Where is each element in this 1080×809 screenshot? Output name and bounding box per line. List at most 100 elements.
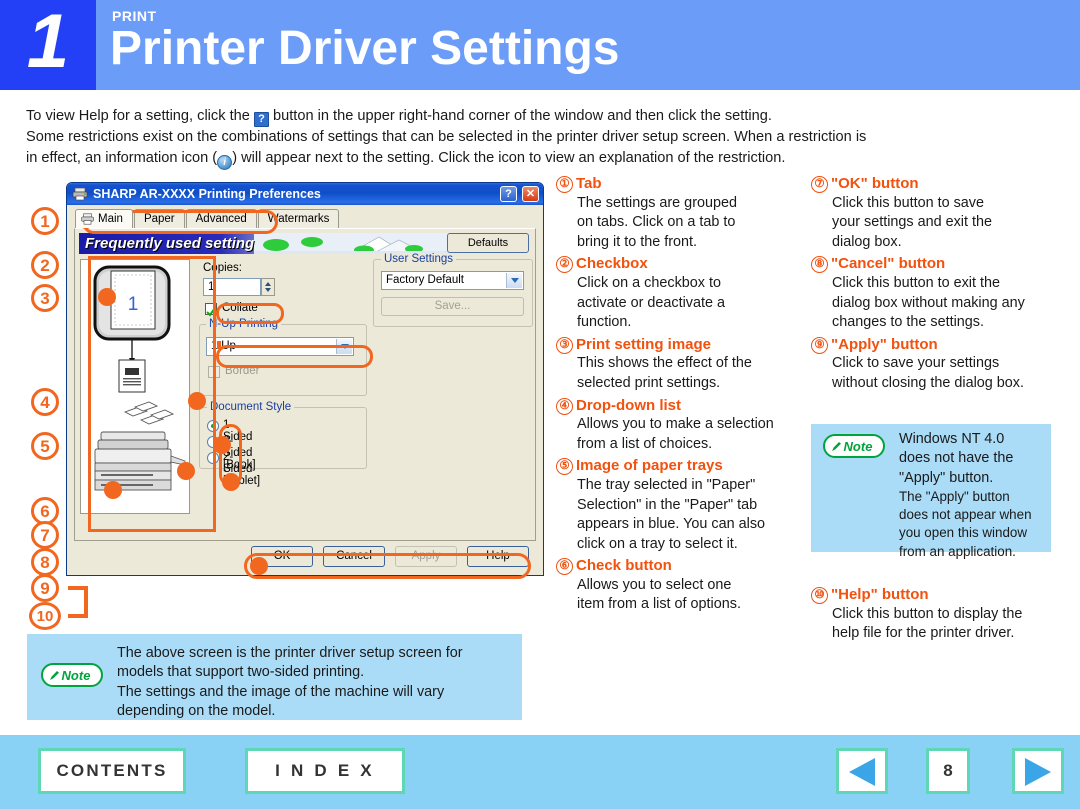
intro-line-1a: To view Help for a setting, click the: [26, 108, 250, 124]
chapter-number-block: 1: [0, 0, 96, 90]
item-8-title: ⑧ "Cancel" button: [811, 254, 1073, 274]
next-page-button[interactable]: [1012, 748, 1064, 794]
callout-5: 5: [31, 432, 59, 460]
note-right-text-small: The "Apply" button does not appear when …: [899, 489, 1032, 559]
note-badge: Note: [823, 434, 885, 458]
item-5: ⑤ Image of paper trays The tray selected …: [556, 456, 806, 554]
item-6-body: Allows you to select one item from a list…: [577, 576, 741, 613]
callout-8: 8: [31, 548, 59, 576]
intro-line-3: in effect, an information icon (i) will …: [26, 148, 1066, 170]
item-3: ③ Print setting image This shows the effe…: [556, 335, 806, 394]
note-badge: Note: [41, 663, 103, 687]
callout-1: 1: [31, 207, 59, 235]
previous-page-button[interactable]: [836, 748, 888, 794]
printer-icon: [81, 213, 94, 225]
description-column-right-cont: ⑩ "Help" button Click this button to disp…: [811, 583, 1073, 644]
description-column-middle: ① Tab The settings are grouped on tabs. Cl…: [556, 172, 806, 615]
item-6-title: ⑥ Check button: [556, 556, 806, 576]
save-settings-button[interactable]: Save...: [381, 297, 524, 316]
item-2-title: ② Checkbox: [556, 254, 806, 274]
item-6-number: ⑥: [556, 558, 573, 576]
dialog-title-text: SHARP AR-XXXX Printing Preferences: [93, 187, 321, 201]
item-3-body: This shows the effect of the selected pri…: [577, 355, 752, 391]
scenery-decoration: [254, 233, 454, 254]
item-7-number: ⑦: [811, 176, 828, 193]
item-9-title: ⑨ "Apply" button: [811, 335, 1073, 355]
item-2-body: Click on a checkbox to activate or deacti…: [577, 274, 725, 331]
dialog-titlebar: SHARP AR-XXXX Printing Preferences ? ✕: [67, 183, 543, 205]
contents-button[interactable]: CONTENTS: [38, 748, 186, 794]
intro-line-1: To view Help for a setting, click the ? …: [26, 106, 1066, 127]
printer-icon: [72, 187, 88, 201]
item-4: ④ Drop-down list Allows you to make a sel…: [556, 396, 806, 455]
item-7: ⑦ "OK" button Click this button to save yo…: [811, 174, 1073, 252]
note-box-bottom: Note The above screen is the printer dri…: [27, 634, 522, 720]
item-10-body: Click this button to display the help fil…: [832, 605, 1023, 642]
item-5-number: ⑤: [556, 458, 573, 476]
item-10: ⑩ "Help" button Click this button to disp…: [811, 585, 1073, 644]
user-settings-legend: User Settings: [381, 253, 457, 265]
information-icon: i: [217, 155, 233, 170]
note-box-right: Note Windows NT 4.0 does not have the "A…: [811, 424, 1051, 559]
user-settings-group: User Settings Factory Default Save...: [373, 253, 533, 327]
item-6: ⑥ Check button Allows you to select one it…: [556, 556, 806, 615]
chapter-number: 1: [26, 0, 70, 84]
item-7-title: ⑦ "OK" button: [811, 174, 1073, 194]
callout-7: 7: [31, 521, 59, 549]
item-5-body: The tray selected in "Paper" Selection" i…: [577, 476, 766, 552]
user-settings-value: Factory Default: [386, 274, 464, 286]
page-number-display: 8: [926, 748, 970, 794]
item-4-body: Allows you to make a selection from a lis…: [577, 416, 774, 452]
callout-2: 2: [31, 251, 59, 279]
item-8-body: Click this button to exit the dialog box …: [832, 274, 1025, 331]
item-8: ⑧ "Cancel" button Click this button to ex…: [811, 254, 1073, 332]
callout-9: 9: [31, 574, 59, 602]
callout-4: 4: [31, 388, 59, 416]
next-arrow-icon: [1025, 758, 1051, 786]
item-4-number: ④: [556, 397, 573, 415]
tab-main[interactable]: Main: [75, 209, 133, 228]
item-10-title: ⑩ "Help" button: [811, 585, 1073, 605]
note-right-text: Windows NT 4.0 does not have the "Apply"…: [899, 431, 1014, 486]
intro-paragraph: To view Help for a setting, click the ? …: [26, 106, 1066, 170]
item-1-number: ①: [556, 176, 573, 193]
item-5-title: ⑤ Image of paper trays: [556, 456, 806, 476]
item-10-number: ⑩: [811, 587, 828, 604]
description-column-right: ⑦ "OK" button Click this button to save yo…: [811, 172, 1073, 394]
item-3-number: ③: [556, 336, 573, 354]
item-9-number: ⑨: [811, 336, 828, 354]
help-question-icon: ?: [253, 112, 269, 127]
item-9-body: Click to save your settings without closi…: [832, 355, 1024, 391]
item-2: ② Checkbox Click on a checkbox to activate…: [556, 254, 806, 332]
document-style-legend: Document Style: [207, 401, 295, 413]
item-3-title: ③ Print setting image: [556, 335, 806, 355]
index-button[interactable]: I N D E X: [245, 748, 405, 794]
copies-spinner[interactable]: [261, 278, 275, 296]
frequently-used-setting-banner: Frequently used setting: [79, 233, 454, 254]
item-1-title: ① Tab: [556, 174, 806, 194]
chevron-down-icon[interactable]: [506, 273, 522, 288]
dialog-close-button[interactable]: ✕: [522, 186, 539, 202]
user-settings-dropdown[interactable]: Factory Default: [381, 271, 524, 290]
page-header: 1 PRINT Printer Driver Settings: [0, 0, 1080, 90]
callout-3: 3: [31, 284, 59, 312]
intro-line-1b: button in the upper right-hand corner of…: [273, 108, 772, 124]
note-bottom-text: The above screen is the printer driver s…: [117, 645, 463, 720]
item-9: ⑨ "Apply" button Click to save your setti…: [811, 335, 1073, 394]
item-4-title: ④ Drop-down list: [556, 396, 806, 416]
intro-line-3b: ) will appear next to the setting. Click…: [232, 150, 786, 166]
dialog-help-button[interactable]: ?: [500, 186, 517, 202]
item-2-number: ②: [556, 256, 573, 274]
banner-label: Frequently used setting: [85, 235, 255, 252]
callout-10: 10: [29, 602, 61, 630]
spinner-arrows-icon: [265, 282, 271, 292]
page-title: Printer Driver Settings: [110, 22, 620, 75]
item-7-body: Click this button to save your settings a…: [832, 194, 992, 250]
item-8-number: ⑧: [811, 256, 828, 274]
prev-arrow-icon: [849, 758, 875, 786]
defaults-button[interactable]: Defaults: [447, 233, 529, 253]
intro-line-3a: in effect, an information icon (: [26, 150, 218, 166]
item-1: ① Tab The settings are grouped on tabs. Cl…: [556, 174, 806, 252]
tab-main-label: Main: [98, 213, 123, 225]
intro-line-2: Some restrictions exist on the combinati…: [26, 129, 867, 145]
